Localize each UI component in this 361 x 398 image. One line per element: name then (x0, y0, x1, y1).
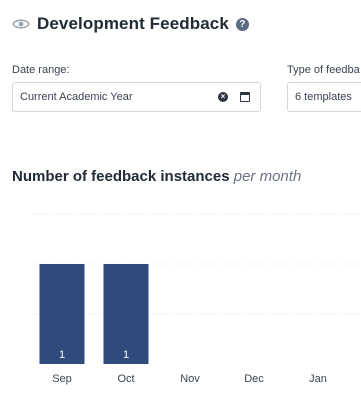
x-tick-label: Jan (309, 373, 327, 385)
clear-icon[interactable]: × (218, 92, 228, 102)
date-range-value: Current Academic Year (20, 91, 133, 103)
feedback-type-label: Type of feedba (287, 64, 360, 76)
chart-title: Number of feedback instances per month (12, 168, 301, 185)
date-range-input[interactable]: Current Academic Year × (12, 82, 261, 112)
feedback-bar-chart: 1 Sep 1 Oct Nov Dec Jan (32, 213, 361, 385)
bar-value-label: 1 (123, 349, 129, 361)
page-title: Development Feedback (37, 14, 229, 33)
chart-title-main: Number of feedback instances (12, 168, 230, 185)
x-tick-label: Sep (52, 373, 72, 385)
page-header: Development Feedback ? (12, 12, 249, 36)
help-icon[interactable]: ? (235, 17, 249, 31)
bar-value-label: 1 (59, 349, 65, 361)
eye-icon (12, 19, 30, 29)
chart-title-subtitle: per month (233, 168, 302, 185)
x-tick-label: Nov (180, 373, 200, 385)
x-tick-label: Dec (244, 373, 264, 385)
date-range-label: Date range: (12, 64, 70, 76)
calendar-icon[interactable] (240, 92, 250, 102)
x-tick-label: Oct (117, 373, 134, 385)
feedback-type-select[interactable]: 6 templates (287, 82, 361, 112)
feedback-type-value: 6 templates (295, 91, 352, 103)
